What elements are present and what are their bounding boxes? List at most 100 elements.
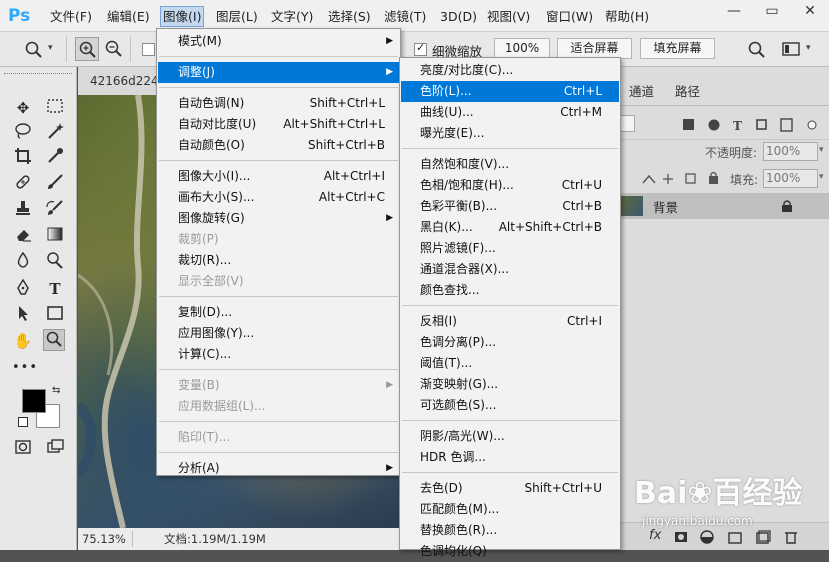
menu-1[interactable]: 编辑(E)	[104, 7, 153, 27]
panel-grip[interactable]	[4, 73, 72, 76]
zoom-out-button[interactable]	[102, 37, 126, 61]
lock-icons[interactable]	[641, 171, 731, 187]
hand-tool-icon[interactable]: ✋	[12, 330, 34, 352]
close-button[interactable]: ✕	[791, 0, 829, 22]
crop-tool-icon[interactable]	[12, 147, 34, 169]
adjust-menu-item[interactable]: 亮度/对比度(C)...	[401, 60, 619, 81]
menu-4[interactable]: 文字(Y)	[268, 7, 316, 27]
menu-2[interactable]: 图像(I)	[160, 6, 205, 27]
image-menu-item[interactable]: 应用图像(Y)...	[158, 323, 399, 344]
adjust-menu-item[interactable]: 黑白(K)... Alt+Shift+Ctrl+B	[401, 217, 619, 238]
menu-9[interactable]: 窗口(W)	[543, 7, 596, 27]
adjust-menu-item[interactable]: 匹配颜色(M)...	[401, 499, 619, 520]
document-tab[interactable]: 42166d224f	[78, 67, 163, 95]
rectangle-tool-icon[interactable]	[44, 304, 66, 326]
workspace-icon[interactable]	[782, 41, 802, 57]
path-selection-tool-icon[interactable]	[12, 304, 34, 326]
default-colors-icon[interactable]	[18, 417, 28, 427]
layer-row-background[interactable]: 背景	[621, 193, 829, 219]
swap-colors-icon[interactable]: ⇆	[52, 385, 60, 396]
image-menu-item[interactable]: 复制(D)...	[158, 302, 399, 323]
image-menu-item[interactable]: 自动色调(N) Shift+Ctrl+L	[158, 93, 399, 114]
adjust-menu-item[interactable]: 通道混合器(X)...	[401, 259, 619, 280]
image-menu-item[interactable]: 调整(J) ▶	[158, 62, 399, 83]
adjust-menu-item[interactable]: 色相/饱和度(H)... Ctrl+U	[401, 175, 619, 196]
menu-6[interactable]: 滤镜(T)	[381, 7, 429, 27]
adjust-menu-item[interactable]: HDR 色调...	[401, 447, 619, 468]
adjust-menu-item[interactable]: 曝光度(E)...	[401, 123, 619, 144]
image-menu-item[interactable]: 画布大小(S)... Alt+Ctrl+C	[158, 187, 399, 208]
tab-channels[interactable]: 通道	[629, 81, 654, 103]
eraser-tool-icon[interactable]	[12, 225, 34, 247]
resize-windows-checkbox[interactable]	[142, 43, 155, 56]
magic-wand-tool-icon[interactable]	[44, 122, 66, 144]
adjust-menu-item[interactable]: 反相(I) Ctrl+I	[401, 311, 619, 332]
image-menu-item[interactable]: 模式(M) ▶	[158, 31, 399, 52]
image-menu-item[interactable]: 图像大小(I)... Alt+Ctrl+I	[158, 166, 399, 187]
stamp-tool-icon[interactable]	[12, 199, 34, 221]
adjust-menu-item[interactable]: 色彩平衡(B)... Ctrl+B	[401, 196, 619, 217]
more-tools-icon[interactable]: •••	[12, 357, 37, 379]
brush-tool-icon[interactable]	[44, 173, 66, 195]
workspace-chevron-icon[interactable]: ▾	[806, 43, 811, 53]
adjust-menu-item[interactable]: 可选颜色(S)...	[401, 395, 619, 416]
adjust-menu-item[interactable]: 色调分离(P)...	[401, 332, 619, 353]
layer-name[interactable]: 背景	[653, 197, 678, 216]
lasso-tool-icon[interactable]	[12, 122, 34, 144]
search-icon[interactable]	[747, 40, 767, 60]
adjust-menu-item[interactable]: 照片滤镜(F)...	[401, 238, 619, 259]
screen-mode-icon[interactable]	[44, 438, 66, 460]
image-menu-item[interactable]: 分析(A) ▶	[158, 458, 399, 479]
fill-screen-button[interactable]: 填充屏幕	[640, 38, 715, 59]
healing-brush-tool-icon[interactable]	[12, 173, 34, 195]
menu-8[interactable]: 视图(V)	[484, 7, 533, 27]
zoom-100-button[interactable]: 100%	[494, 38, 550, 59]
adjust-menu-item[interactable]: 去色(D) Shift+Ctrl+U	[401, 478, 619, 499]
marquee-tool-icon[interactable]	[44, 97, 66, 119]
adjust-menu-item[interactable]: 颜色查找...	[401, 280, 619, 301]
status-zoom[interactable]: 75.13%	[82, 528, 126, 550]
menu-0[interactable]: 文件(F)	[47, 7, 95, 27]
tab-paths[interactable]: 路径	[675, 81, 700, 103]
menu-7[interactable]: 3D(D)	[437, 7, 480, 27]
quick-mask-icon[interactable]	[12, 438, 34, 460]
layer-filter-select[interactable]	[621, 115, 635, 132]
adjust-menu-item[interactable]: 渐变映射(G)...	[401, 374, 619, 395]
menu-3[interactable]: 图层(L)	[213, 7, 261, 27]
gradient-tool-icon[interactable]	[44, 225, 66, 247]
fill-chevron-icon[interactable]: ▾	[819, 172, 824, 182]
opacity-input[interactable]: 100%	[763, 142, 818, 161]
adjust-menu-item[interactable]: 替换颜色(R)...	[401, 520, 619, 541]
image-menu-item[interactable]: 图像旋转(G) ▶	[158, 208, 399, 229]
lock-icon[interactable]	[781, 199, 793, 213]
type-tool-icon[interactable]: T	[44, 278, 66, 300]
move-tool-icon[interactable]: ✥	[12, 97, 34, 119]
dodge-tool-icon[interactable]	[44, 251, 66, 273]
history-brush-tool-icon[interactable]	[44, 199, 66, 221]
adjust-menu-item[interactable]: 阈值(T)...	[401, 353, 619, 374]
zoom-tool-icon[interactable]	[24, 40, 44, 60]
adjust-menu-item[interactable]: 自然饱和度(V)...	[401, 154, 619, 175]
adjust-menu-item[interactable]: 阴影/高光(W)...	[401, 426, 619, 447]
adjust-menu-item[interactable]: 色调均化(Q)	[401, 541, 619, 562]
blur-tool-icon[interactable]	[12, 251, 34, 273]
layer-filter-icons[interactable]: T	[681, 117, 821, 133]
fill-input[interactable]: 100%	[763, 169, 818, 188]
adjust-menu-item[interactable]: 色阶(L)... Ctrl+L	[401, 81, 619, 102]
image-menu-item[interactable]: 计算(C)...	[158, 344, 399, 365]
minimize-button[interactable]: —	[715, 0, 753, 22]
foreground-color-swatch-top[interactable]	[22, 389, 46, 413]
zoom-tool-button[interactable]	[43, 329, 65, 351]
adjust-menu-item[interactable]: 曲线(U)... Ctrl+M	[401, 102, 619, 123]
menu-5[interactable]: 选择(S)	[325, 7, 374, 27]
pen-tool-icon[interactable]	[12, 278, 34, 300]
opacity-chevron-icon[interactable]: ▾	[819, 145, 824, 155]
image-menu-item[interactable]: 自动对比度(U) Alt+Shift+Ctrl+L	[158, 114, 399, 135]
image-menu-item[interactable]: 自动颜色(O) Shift+Ctrl+B	[158, 135, 399, 156]
tool-preset-chevron-icon[interactable]: ▾	[48, 43, 53, 53]
scrubby-zoom-checkbox[interactable]	[414, 41, 427, 56]
eyedropper-tool-icon[interactable]	[44, 147, 66, 169]
zoom-in-button[interactable]	[75, 37, 99, 61]
image-menu-item[interactable]: 裁切(R)...	[158, 250, 399, 271]
menu-10[interactable]: 帮助(H)	[602, 7, 652, 27]
